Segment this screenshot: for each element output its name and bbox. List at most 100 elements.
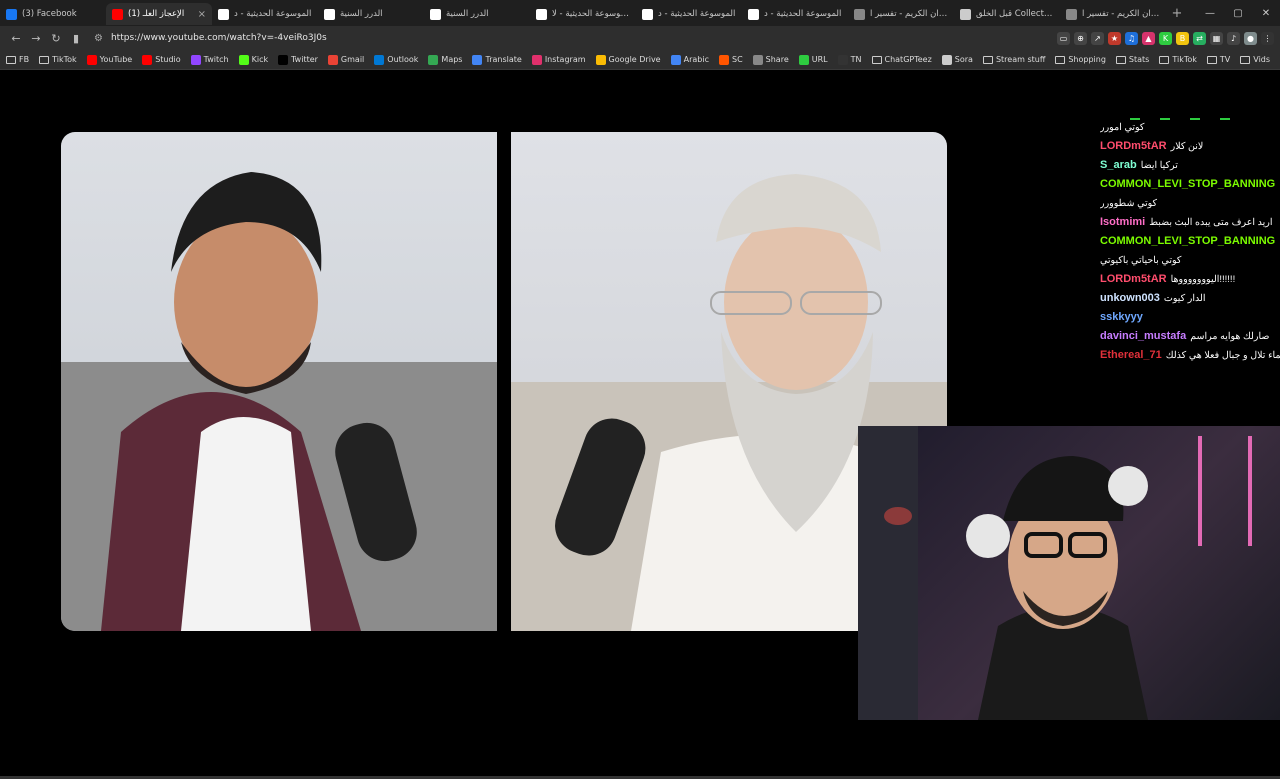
bookmark-item[interactable]: Sora (941, 54, 973, 65)
chat-message: كوتي امورر (1100, 121, 1280, 134)
extension-icon[interactable]: ▲ (1142, 31, 1155, 45)
share-icon[interactable]: ↗ (1091, 31, 1104, 45)
site-info-icon[interactable]: ⚙ (94, 33, 103, 44)
media-icon[interactable]: ♪ (1227, 31, 1240, 45)
folder-icon (1206, 55, 1217, 64)
browser-tab[interactable]: القرآن الكريم - تفسير ا (848, 3, 954, 25)
bookmark-item[interactable]: Google Drive (595, 54, 661, 65)
browser-tab[interactable]: (1) الإعجاز العلـ × (106, 3, 212, 25)
bookmark-label: Stats (1128, 55, 1150, 64)
bookmark-item[interactable]: FB (6, 55, 29, 64)
minimize-button[interactable]: — (1196, 8, 1224, 19)
folder-icon (1115, 55, 1126, 64)
profile-icon[interactable]: ● (1244, 31, 1257, 45)
bookmark-item[interactable]: TikTok (39, 55, 77, 64)
bookmark-item[interactable]: TikTok (1159, 55, 1197, 64)
tab-favicon-icon (1066, 8, 1077, 20)
browser-tab[interactable]: الدرر السنية (318, 3, 424, 25)
bookmark-item[interactable]: Vids (1240, 55, 1270, 64)
reload-icon[interactable]: ↻ (46, 32, 66, 45)
chat-username: S_arab (1100, 159, 1137, 171)
chat-message: كوتي باحياتي باكيوتي (1100, 254, 1280, 267)
chat-text: كوتي امورر (1100, 122, 1145, 133)
bookmark-favicon-icon (428, 54, 439, 65)
bookmark-item[interactable]: Kick (238, 54, 269, 65)
folder-icon (1159, 55, 1170, 64)
bookmark-item[interactable]: Twitch (190, 54, 229, 65)
bookmark-item[interactable]: Maps (428, 54, 463, 65)
browser-tab[interactable]: قبل الخلق Collection (954, 3, 1060, 25)
bookmark-item[interactable]: YouTube (86, 54, 132, 65)
browser-tab[interactable]: الدرر السنية (424, 3, 530, 25)
bookmark-item[interactable]: Arabic (670, 54, 709, 65)
bookmark-item[interactable]: TV (1206, 55, 1230, 64)
cast-icon[interactable]: ▭ (1057, 31, 1070, 45)
bookmark-item[interactable]: Instagram (531, 54, 586, 65)
bookmark-item[interactable]: Stats (1115, 55, 1150, 64)
extension-icon[interactable]: ♫ (1125, 31, 1138, 45)
folder-icon (1240, 55, 1251, 64)
address-bar[interactable]: ⚙ https://www.youtube.com/watch?v=-4veiR… (94, 29, 994, 47)
bookmark-label: Maps (441, 55, 463, 64)
bookmark-item[interactable]: TN (837, 54, 862, 65)
video-player[interactable]: كوتي امورر LORDm5tAR لانن كلار S_arab تركيا … (0, 71, 1280, 779)
extension-icon[interactable]: K (1159, 31, 1172, 45)
bookmark-icon[interactable]: ▮ (66, 32, 86, 45)
browser-tab[interactable]: الموسوعة الحديثية - د (742, 3, 848, 25)
chat-text: اليابان جزر والجزر تعتبر في الماء تلال و… (1165, 350, 1280, 361)
close-window-button[interactable]: ✕ (1252, 8, 1280, 19)
browser-tab[interactable]: (3) Facebook (0, 3, 106, 25)
bookmark-label: Outlook (387, 55, 419, 64)
bookmark-item[interactable]: Share (752, 54, 789, 65)
new-tab-button[interactable]: + (1166, 6, 1188, 21)
bookmark-label: Kick (251, 55, 269, 64)
chat-message: S_arab تركيا ايضا (1100, 159, 1280, 172)
puzzle-icon[interactable]: ▦ (1210, 31, 1223, 45)
bookmark-favicon-icon (798, 54, 809, 65)
chat-username: sskkyyy (1100, 311, 1143, 323)
browser-tab[interactable]: القرآن الكريم - تفسير ا (1060, 3, 1166, 25)
tab-title: الموسوعة الحديثية - د (658, 9, 736, 19)
tab-title: الموسوعة الحديثية - د (764, 9, 842, 19)
bookmark-item[interactable]: Shopping (1055, 55, 1106, 64)
bookmark-favicon-icon (837, 54, 848, 65)
bookmark-item[interactable]: Stream stuff (982, 55, 1045, 64)
tab-title: الدرر السنية (340, 9, 383, 19)
browser-tab[interactable]: الموسوعة الحديثية - د (212, 3, 318, 25)
window-controls: — ▢ ✕ (1196, 8, 1280, 19)
bookmark-item[interactable]: URL (798, 54, 828, 65)
bookmark-item[interactable]: Translate (472, 54, 522, 65)
extension-icon[interactable]: ★ (1108, 31, 1121, 45)
browser-tab[interactable]: الموسوعة الحديثية - د (636, 3, 742, 25)
chat-text: كوتي شطوورر (1100, 198, 1158, 209)
extension-icon[interactable]: B (1176, 31, 1189, 45)
tab-close-icon[interactable]: × (198, 9, 206, 20)
chat-username: davinci_mustafa (1100, 330, 1187, 342)
browser-tab[interactable]: الموسوعة الحديثية - لا (530, 3, 636, 25)
bookmark-label: Studio (155, 55, 181, 64)
bookmark-label: Sora (954, 55, 973, 64)
chat-username: LORDm5tAR (1100, 273, 1167, 285)
bookmark-item[interactable]: Outlook (374, 54, 419, 65)
zoom-icon[interactable]: ⊕ (1074, 31, 1087, 45)
menu-icon[interactable]: ⋮ (1261, 31, 1274, 45)
chat-overlay: كوتي امورر LORDm5tAR لانن كلار S_arab تركيا … (1100, 121, 1280, 368)
bookmark-item[interactable]: Studio (142, 54, 181, 65)
tab-favicon-icon (748, 8, 759, 20)
bookmark-label: Twitch (203, 55, 229, 64)
bookmark-item[interactable]: SC (718, 54, 743, 65)
tab-favicon-icon (112, 8, 123, 20)
bookmark-item[interactable]: ChatGPTeez (871, 55, 932, 64)
tab-title: الموسوعة الحديثية - د (234, 9, 312, 19)
bookmark-favicon-icon (941, 54, 952, 65)
bookmark-label: Google Drive (608, 55, 661, 64)
forward-icon[interactable]: → (26, 32, 46, 45)
bookmark-label: Gmail (340, 55, 365, 64)
streamer-webcam (858, 426, 1280, 720)
bookmark-item[interactable]: Twitter (278, 54, 318, 65)
extension-icon[interactable]: ⇄ (1193, 31, 1206, 45)
bookmark-item[interactable]: Gmail (327, 54, 365, 65)
maximize-button[interactable]: ▢ (1224, 8, 1252, 19)
bookmark-label: Twitter (291, 55, 318, 64)
back-icon[interactable]: ← (6, 32, 26, 45)
